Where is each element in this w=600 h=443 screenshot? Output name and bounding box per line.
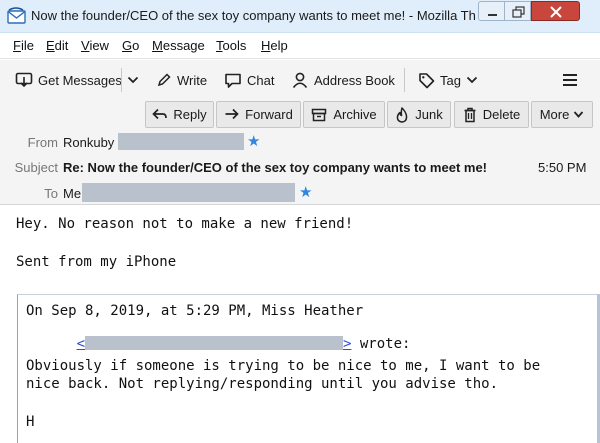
body-signature: Sent from my iPhone xyxy=(16,254,177,270)
hamburger-menu-icon xyxy=(563,74,577,86)
menu-help[interactable]: Help xyxy=(261,38,288,53)
reply-label: Reply xyxy=(173,107,207,122)
tag-icon xyxy=(419,72,435,88)
quote-sender-link[interactable]: < > xyxy=(76,336,351,352)
forward-arrow-icon xyxy=(225,108,239,120)
link-open-bracket: < xyxy=(76,336,86,352)
star-icon[interactable]: ★ xyxy=(247,134,260,149)
restore-icon xyxy=(512,6,525,18)
delete-button[interactable]: Delete xyxy=(454,101,529,128)
forward-label: Forward xyxy=(245,107,293,122)
message-body: Hey. No reason not to make a new friend!… xyxy=(0,206,600,443)
message-time: 5:50 PM xyxy=(538,160,587,175)
tag-button[interactable]: Tag xyxy=(418,69,478,91)
chevron-down-icon xyxy=(466,76,478,84)
reply-button[interactable]: Reply xyxy=(145,101,214,128)
write-label: Write xyxy=(177,72,208,88)
get-messages-icon xyxy=(15,72,33,88)
minimize-icon xyxy=(488,14,497,16)
trash-icon xyxy=(464,107,476,122)
quoted-message: On Sep 8, 2019, at 5:29 PM, Miss Heather… xyxy=(17,294,600,443)
more-label: More xyxy=(539,107,570,122)
message-header: Reply Forward Archive Junk Delete More F xyxy=(0,100,600,205)
junk-label: Junk xyxy=(415,107,443,122)
archive-button[interactable]: Archive xyxy=(303,101,385,128)
forward-button[interactable]: Forward xyxy=(216,101,301,128)
close-icon xyxy=(550,6,562,18)
menu-view[interactable]: View xyxy=(81,38,109,53)
chat-icon xyxy=(225,73,241,88)
title-bar: Now the founder/CEO of the sex toy compa… xyxy=(0,0,600,33)
menu-file[interactable]: File xyxy=(13,38,34,53)
more-button[interactable]: More xyxy=(531,101,593,128)
star-icon[interactable]: ★ xyxy=(299,185,312,200)
quote-attribution: On Sep 8, 2019, at 5:29 PM, Miss Heather xyxy=(26,303,364,319)
get-messages-label: Get Messages xyxy=(38,72,122,88)
quote-body-line: Obviously if someone is trying to be nic… xyxy=(26,358,541,374)
main-toolbar: Get Messages Write Chat Address Book Tag xyxy=(0,60,600,100)
junk-button[interactable]: Junk xyxy=(387,101,451,128)
menu-tools[interactable]: Tools xyxy=(216,38,246,53)
thunderbird-logo-icon xyxy=(7,7,26,24)
chevron-down-icon xyxy=(574,111,584,118)
subject-text: Re: Now the founder/CEO of the sex toy c… xyxy=(63,160,488,175)
quote-body-line: nice back. Not replying/responding until… xyxy=(26,376,499,392)
redacted-sender-email xyxy=(118,133,244,150)
address-book-button[interactable]: Address Book xyxy=(291,69,395,91)
restore-button[interactable] xyxy=(504,1,531,21)
chevron-down-icon xyxy=(127,76,139,84)
from-label: From xyxy=(27,135,58,150)
window-title: Now the founder/CEO of the sex toy compa… xyxy=(31,8,476,23)
close-button[interactable] xyxy=(531,1,580,21)
address-book-icon xyxy=(292,72,308,89)
chat-button[interactable]: Chat xyxy=(224,69,274,91)
get-messages-button[interactable]: Get Messages xyxy=(15,69,122,91)
archive-label: Archive xyxy=(333,107,377,122)
write-button[interactable]: Write xyxy=(156,69,207,91)
body-line: Hey. No reason not to make a new friend! xyxy=(16,216,354,232)
from-sender[interactable]: Ronkuby xyxy=(63,135,114,150)
quote-wrote-text: wrote: xyxy=(351,336,411,352)
quote-signature: H xyxy=(26,414,35,430)
toolbar-divider xyxy=(121,68,122,92)
menu-go[interactable]: Go xyxy=(122,38,139,53)
to-label: To xyxy=(44,186,58,201)
archive-box-icon xyxy=(312,108,327,121)
menu-bar: File Edit View Go Message Tools Help xyxy=(0,33,600,59)
tag-label: Tag xyxy=(440,72,461,88)
pencil-icon xyxy=(157,73,171,87)
toolbar-divider xyxy=(404,68,405,92)
to-recipient[interactable]: Me xyxy=(63,186,81,201)
chat-label: Chat xyxy=(247,72,275,88)
address-book-label: Address Book xyxy=(314,72,395,88)
menu-message[interactable]: Message xyxy=(152,38,205,53)
delete-label: Delete xyxy=(482,107,521,122)
reply-arrow-icon xyxy=(152,108,168,120)
redacted-recipient-email xyxy=(82,183,295,202)
subject-label: Subject xyxy=(14,160,58,175)
flame-icon xyxy=(396,106,408,123)
redacted-quote-email xyxy=(85,336,344,350)
minimize-button[interactable] xyxy=(478,1,505,21)
menu-edit[interactable]: Edit xyxy=(46,38,68,53)
get-messages-dropdown[interactable] xyxy=(127,69,144,91)
app-menu-button[interactable] xyxy=(562,69,583,91)
